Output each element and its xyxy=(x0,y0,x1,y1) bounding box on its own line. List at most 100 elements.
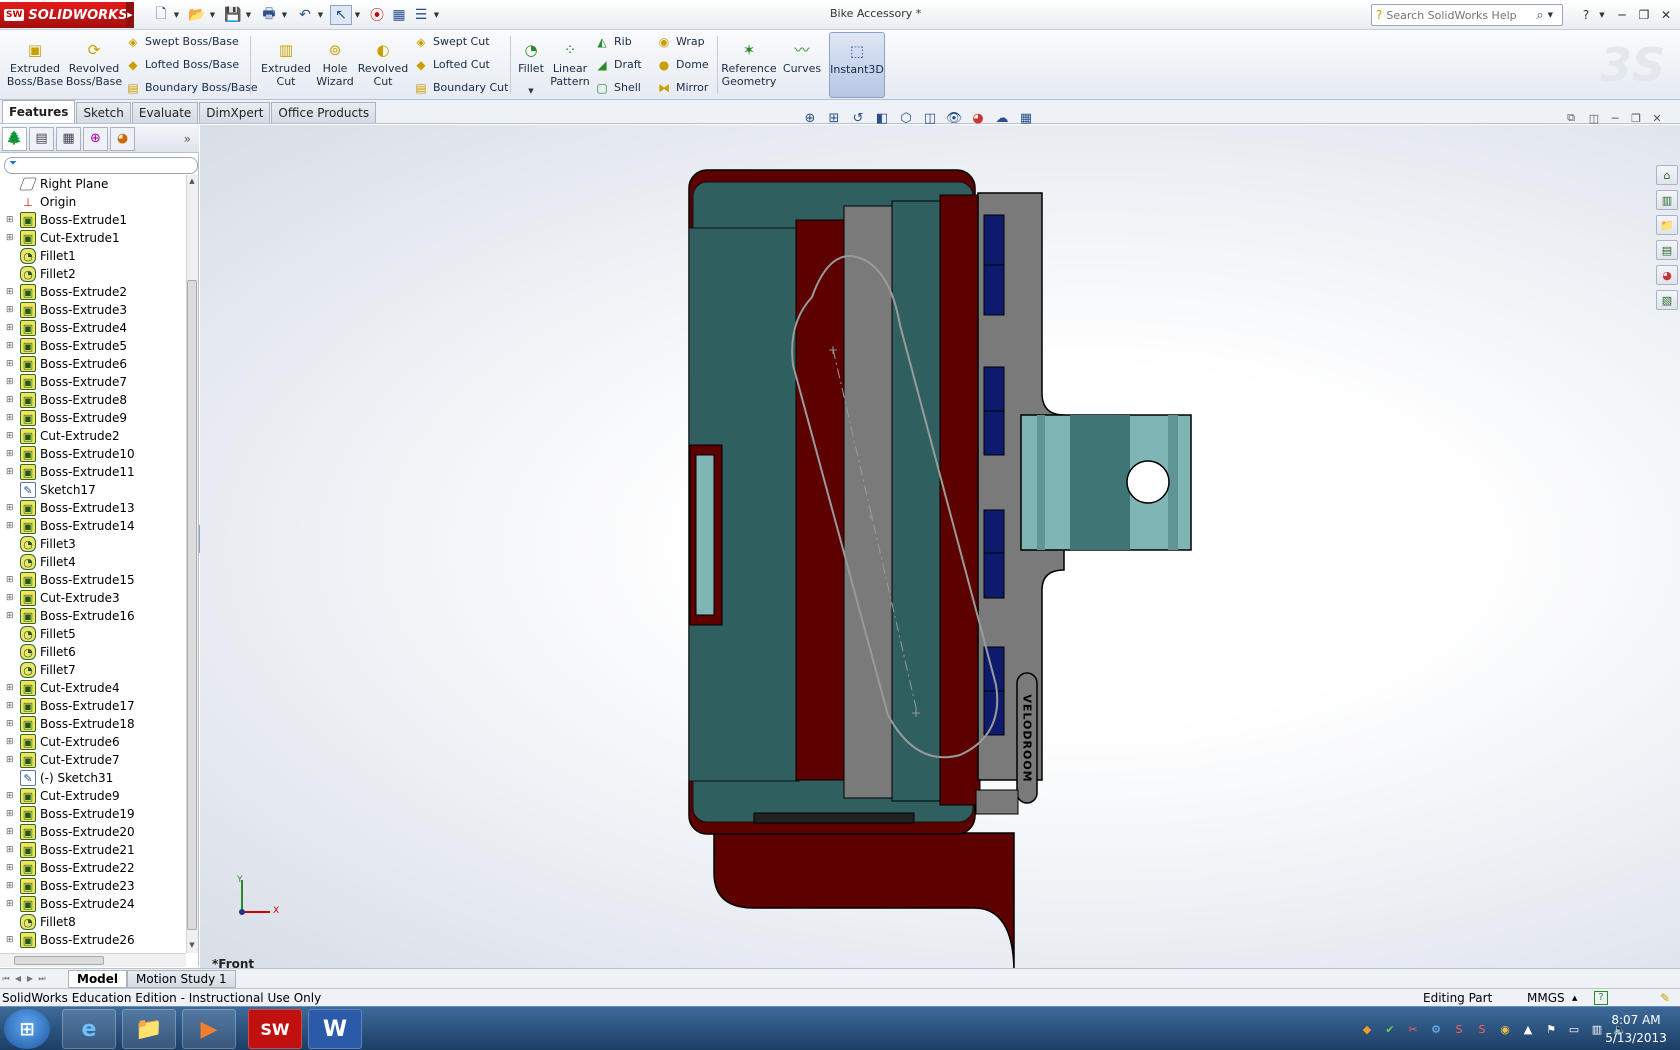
viewport-split-vertical-icon[interactable]: ◫ xyxy=(1585,110,1603,126)
appearances-icon[interactable]: ◕ xyxy=(1656,265,1678,285)
undo-icon[interactable]: ↶ xyxy=(294,5,316,25)
tree-node[interactable]: ⊞ ▣ Cut-Extrude7 xyxy=(0,751,186,769)
save-icon[interactable]: 💾 xyxy=(222,5,244,25)
custom-properties-icon[interactable]: ▧ xyxy=(1656,290,1678,310)
dome-button[interactable]: ● Dome xyxy=(656,54,709,75)
boundary-cut-button[interactable]: ▤ Boundary Cut xyxy=(413,77,508,98)
tree-node[interactable]: ⊞ ▣ Cut-Extrude6 xyxy=(0,733,186,751)
tree-node[interactable]: ⊞ ▣ Boss-Extrude10 xyxy=(0,445,186,463)
expand-toggle-icon[interactable]: ⊞ xyxy=(6,431,14,441)
section-view-icon[interactable]: ◧ xyxy=(872,109,892,127)
options-dropdown-icon[interactable]: ▼ xyxy=(432,5,441,25)
expand-toggle-icon[interactable]: ⊞ xyxy=(6,449,14,459)
instant3d-button[interactable]: ⬚ Instant3D xyxy=(829,32,885,98)
rebuild-traffic-light-icon[interactable]: ⦿ xyxy=(366,5,388,25)
start-button[interactable]: ⊞ xyxy=(4,1009,50,1049)
close-icon[interactable]: ✕ xyxy=(1656,5,1676,25)
configuration-manager-tab-icon[interactable]: ▦ xyxy=(56,126,81,151)
expand-toggle-icon[interactable]: ⊞ xyxy=(6,413,14,423)
view-palette-icon[interactable]: ▤ xyxy=(1656,240,1678,260)
expand-toggle-icon[interactable]: ⊞ xyxy=(6,521,14,531)
new-dropdown-icon[interactable]: ▼ xyxy=(172,5,181,25)
tray-norton-icon[interactable]: ◉ xyxy=(1496,1020,1514,1038)
restore-icon[interactable]: ❐ xyxy=(1634,5,1654,25)
tray-app-icon[interactable]: ◆ xyxy=(1358,1020,1376,1038)
tree-scroll-thumb[interactable] xyxy=(187,280,197,930)
scroll-up-icon[interactable]: ▲ xyxy=(187,177,197,185)
undo-dropdown-icon[interactable]: ▼ xyxy=(316,5,325,25)
new-document-icon[interactable]: 🗋 xyxy=(150,5,172,25)
tree-node[interactable]: Right Plane xyxy=(0,175,186,193)
edit-appearance-icon[interactable]: ◕ xyxy=(968,109,988,127)
view-orientation-icon[interactable]: ⬡ xyxy=(896,109,916,127)
tree-node[interactable]: ◔ Fillet7 xyxy=(0,661,186,679)
tab-model[interactable]: Model xyxy=(68,969,128,988)
expand-toggle-icon[interactable]: ⊞ xyxy=(6,755,14,765)
extruded-boss-button[interactable]: ▣ Extruded Boss/Base xyxy=(6,32,64,98)
expand-toggle-icon[interactable]: ⊞ xyxy=(6,791,14,801)
fillet-button[interactable]: ◔ Fillet ▼ xyxy=(516,32,546,98)
viewport-split-icon[interactable]: ⧉ xyxy=(1562,110,1580,126)
tree-node[interactable]: ⊞ ▣ Boss-Extrude17 xyxy=(0,697,186,715)
display-style-icon[interactable]: ◫ xyxy=(920,109,940,127)
select-dropdown-icon[interactable]: ▼ xyxy=(353,5,362,25)
next-tab-icon[interactable]: ▶ xyxy=(24,972,36,986)
search-dropdown-icon[interactable]: ▼ xyxy=(1548,11,1553,19)
zoom-area-icon[interactable]: ⊞ xyxy=(824,109,844,127)
expand-toggle-icon[interactable]: ⊞ xyxy=(6,467,14,477)
tree-node[interactable]: ⊞ ▣ Boss-Extrude18 xyxy=(0,715,186,733)
tab-evaluate[interactable]: Evaluate xyxy=(131,102,199,123)
print-icon[interactable]: 🖶 xyxy=(258,5,280,25)
boundary-boss-button[interactable]: ▤ Boundary Boss/Base xyxy=(125,77,257,98)
help-search-box[interactable]: ? ⌕ ▼ xyxy=(1371,4,1563,26)
viewport-restore-icon[interactable]: ❐ xyxy=(1627,110,1645,126)
tree-node[interactable]: ◔ Fillet1 xyxy=(0,247,186,265)
menu-expand-icon[interactable]: ▶ xyxy=(126,2,134,28)
tree-node[interactable]: ⊞ ▣ Boss-Extrude2 xyxy=(0,283,186,301)
rib-button[interactable]: ◭ Rib xyxy=(594,31,631,52)
tree-node[interactable]: ⊞ ▣ Boss-Extrude8 xyxy=(0,391,186,409)
tree-node[interactable]: ⊞ ▣ Boss-Extrude26 xyxy=(0,931,186,949)
tree-node[interactable]: ⊞ ▣ Cut-Extrude1 xyxy=(0,229,186,247)
lofted-cut-button[interactable]: ◆ Lofted Cut xyxy=(413,54,490,75)
print-dropdown-icon[interactable]: ▼ xyxy=(280,5,289,25)
property-manager-tab-icon[interactable]: ▤ xyxy=(29,126,54,151)
view-settings-icon[interactable]: ▦ xyxy=(1016,109,1036,127)
tray-check-icon[interactable]: ✔ xyxy=(1381,1020,1399,1038)
graphics-viewport[interactable]: + * + VELODROOM Y X xyxy=(200,125,1680,968)
tree-node[interactable]: ⊞ ▣ Boss-Extrude4 xyxy=(0,319,186,337)
tree-node[interactable]: ◔ Fillet5 xyxy=(0,625,186,643)
expand-toggle-icon[interactable]: ⊞ xyxy=(6,359,14,369)
word-taskbar-icon[interactable]: W xyxy=(308,1009,362,1049)
status-pin-icon[interactable]: ✎ xyxy=(1660,991,1670,1005)
expand-toggle-icon[interactable]: ⊞ xyxy=(6,611,14,621)
tree-node[interactable]: ⊞ ▣ Boss-Extrude11 xyxy=(0,463,186,481)
minimize-icon[interactable]: ─ xyxy=(1612,5,1632,25)
media-player-taskbar-icon[interactable]: ▶ xyxy=(182,1009,236,1049)
tree-filter[interactable]: ⏷ xyxy=(4,157,198,174)
clock[interactable]: 8:07 AM 5/13/2013 xyxy=(1596,1011,1676,1047)
windows-explorer-taskbar-icon[interactable]: 📁 xyxy=(122,1009,176,1049)
tab-sketch[interactable]: Sketch xyxy=(76,102,131,123)
expand-toggle-icon[interactable]: ⊞ xyxy=(6,215,14,225)
tree-node[interactable]: ⊞ ▣ Cut-Extrude4 xyxy=(0,679,186,697)
expand-toggle-icon[interactable]: ⊞ xyxy=(6,899,14,909)
curves-button[interactable]: 〰 Curves xyxy=(782,32,822,98)
dimxpert-manager-tab-icon[interactable]: ⊕ xyxy=(83,126,108,151)
expand-toggle-icon[interactable]: ⊞ xyxy=(6,377,14,387)
solidworks-logo[interactable]: SW SOLIDWORKS xyxy=(0,2,128,28)
tray-flag-icon[interactable]: ⚑ xyxy=(1542,1020,1560,1038)
apply-scene-icon[interactable]: ☁ xyxy=(992,109,1012,127)
help-search-input[interactable] xyxy=(1386,8,1537,22)
expand-toggle-icon[interactable]: ⊞ xyxy=(6,845,14,855)
expand-toggle-icon[interactable]: ⊞ xyxy=(6,287,14,297)
tree-node[interactable]: ⊥ Origin xyxy=(0,193,186,211)
lofted-boss-button[interactable]: ◆ Lofted Boss/Base xyxy=(125,54,239,75)
expand-toggle-icon[interactable]: ⊞ xyxy=(6,503,14,513)
expand-toggle-icon[interactable]: ⊞ xyxy=(6,341,14,351)
viewport-minimize-icon[interactable]: ─ xyxy=(1606,110,1624,126)
shell-button[interactable]: ▢ Shell xyxy=(594,77,641,98)
tree-node[interactable]: ⊞ ▣ Boss-Extrude23 xyxy=(0,877,186,895)
expand-toggle-icon[interactable]: ⊞ xyxy=(6,323,14,333)
internet-explorer-taskbar-icon[interactable]: e xyxy=(62,1009,116,1049)
